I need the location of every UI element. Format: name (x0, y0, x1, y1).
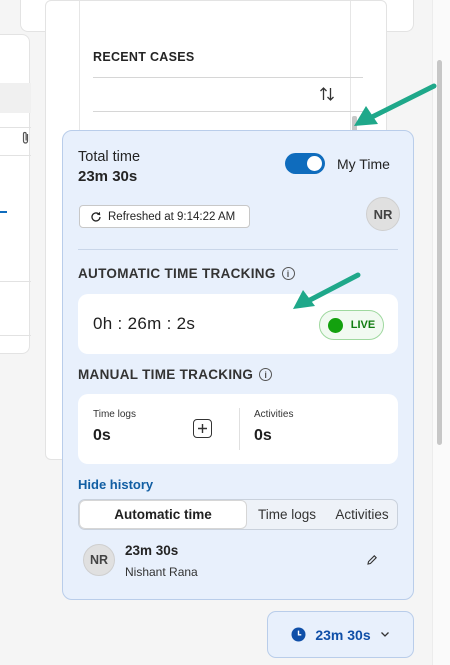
time-button-label: 23m 30s (315, 626, 371, 643)
left-card (0, 34, 31, 354)
time-tracking-button[interactable]: 23m 30s (267, 611, 414, 658)
activities-label: Activities (254, 409, 294, 420)
tab-automatic-time[interactable]: Automatic time (79, 500, 247, 529)
tab-activities[interactable]: Activities (327, 500, 397, 529)
plus-icon (198, 424, 207, 433)
history-user-name: Nishant Rana (125, 565, 198, 579)
left-card-divider (0, 155, 31, 156)
chevron-down-icon (380, 632, 389, 637)
clock-icon (291, 627, 306, 642)
info-icon[interactable]: i (259, 368, 273, 381)
history-time: 23m 30s (125, 543, 179, 558)
recent-cases-title: RECENT CASES (93, 50, 195, 64)
section-divider (78, 249, 398, 250)
left-card-divider (0, 335, 31, 336)
avatar[interactable]: NR (366, 197, 400, 231)
manual-card-separator (239, 408, 240, 450)
edit-icon[interactable] (366, 553, 378, 571)
annotation-arrow-icon (293, 272, 361, 309)
total-time-label: Total time (78, 149, 141, 165)
my-time-toggle[interactable] (285, 153, 325, 174)
sort-icon[interactable] (319, 86, 335, 107)
live-dot-icon (327, 317, 343, 333)
history-tabs: Automatic time Time logs Activities (78, 499, 398, 530)
tab-time-logs[interactable]: Time logs (247, 500, 327, 529)
hide-history-link[interactable]: Hide history (78, 477, 153, 492)
attachment-icon[interactable] (21, 131, 30, 148)
manual-tracking-heading: MANUAL TIME TRACKING i (78, 367, 273, 382)
automatic-time-value: 0h : 26m : 2s (93, 314, 196, 333)
history-avatar: NR (83, 544, 115, 576)
left-card-divider (0, 127, 31, 128)
refreshed-text: Refreshed at 9:14:22 AM (108, 210, 236, 223)
toggle-knob (307, 156, 322, 171)
total-time-value: 23m 30s (78, 168, 138, 185)
add-time-log-button[interactable] (193, 419, 212, 438)
time-tracking-panel: Total time 23m 30s My Time Refreshed at … (62, 130, 414, 600)
live-status-text: LIVE (350, 319, 376, 331)
time-logs-label: Time logs (93, 409, 136, 420)
recent-cases-divider (93, 77, 363, 78)
my-time-label: My Time (337, 156, 390, 172)
refresh-icon (91, 211, 101, 222)
recent-cases-divider (93, 111, 363, 112)
automatic-tracking-title: AUTOMATIC TIME TRACKING (78, 266, 276, 281)
manual-tracking-title: MANUAL TIME TRACKING (78, 367, 254, 382)
left-card-active-indicator (0, 211, 7, 213)
left-card-divider (0, 281, 31, 282)
time-logs-value: 0s (93, 427, 111, 444)
annotation-arrow-icon (354, 83, 437, 126)
automatic-tracking-heading: AUTOMATIC TIME TRACKING i (78, 266, 295, 281)
refresh-button[interactable]: Refreshed at 9:14:22 AM (79, 205, 250, 228)
manual-tracking-card: Time logs 0s Activities 0s (78, 394, 398, 464)
activities-value: 0s (254, 427, 272, 444)
left-card-selected-row (0, 83, 31, 113)
